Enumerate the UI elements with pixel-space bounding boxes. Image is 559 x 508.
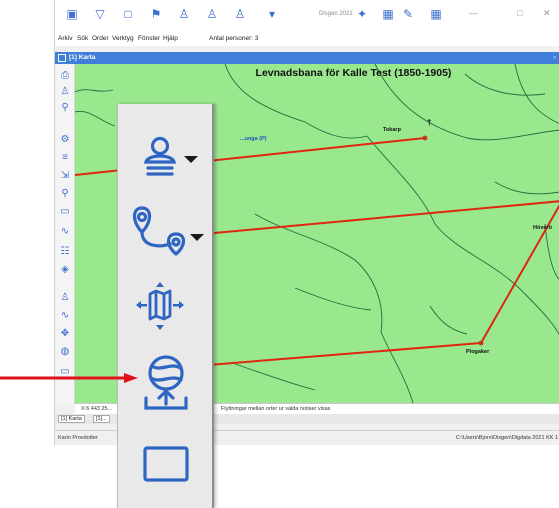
layers-icon[interactable]: ◈ [58,264,72,276]
ruler-icon[interactable]: ▭ [58,206,72,218]
place-label-tokarp: Tokarp [383,127,401,133]
zoom-icon[interactable]: ⚲ [58,188,72,200]
person-icon[interactable]: ♙ [58,86,72,98]
menu-verktyg[interactable]: Verktyg [112,35,134,42]
dropdown-icon[interactable]: ▾ [265,7,279,21]
route-dropdown-icon[interactable]: ∿ [58,310,72,322]
person-count: Antal personer: 3 [209,35,259,42]
tab-close-icon[interactable]: ▫ [553,53,556,62]
grid-icon[interactable]: ▦ [381,7,395,21]
death-cross-icon: † [427,118,432,127]
menu-order[interactable]: Order [92,35,109,42]
settings-icon[interactable]: ⚙ [58,134,72,146]
red-arrow-icon [0,373,138,383]
sign-icon[interactable]: ☷ [58,246,72,258]
tab-second[interactable]: [1]... [93,415,110,423]
home-icon[interactable]: ▣ [65,7,79,21]
menu-arkiv[interactable]: Arkiv [58,35,72,42]
map-move-icon[interactable]: ✥ [58,328,72,340]
place-label-blue: ...unga (P) [240,136,267,142]
app-title: Disgen 2021 [319,11,353,17]
menu-fonster[interactable]: Fönster [138,35,160,42]
map-title: Levnadsbana för Kalle Test (1850-1905) [255,67,452,79]
map-tab-icon [58,54,66,62]
route-segment-4 [170,342,482,369]
status-user: Karin Provdotter [58,435,98,441]
status-path: C:\Users\Bjorn\Disgen\Digdata 2021 KK 1 [455,435,558,441]
search-icon[interactable]: ⚲ [58,102,72,114]
pointer-icon[interactable]: ⇲ [58,170,72,182]
place-label-plogaker: Plogaker [466,349,490,355]
place-label-hoveron: Höverö [533,225,552,231]
rectangle-icon[interactable] [142,444,190,484]
star-icon[interactable]: ✦ [355,7,369,21]
title-bar: ▣ ▽ □ ⚑ ♙ ♙ ♙ ▾ Disgen 2021 ✦ ▦ ✎ ▦ — □ … [55,0,559,32]
route-icon[interactable]: ∿ [58,226,72,238]
zoomed-toolbar [117,104,214,508]
layout-icon[interactable]: ▦ [429,7,443,21]
document-tab-label: [1] Karta [69,54,96,61]
route-segment-3 [480,204,559,344]
flag-icon[interactable]: ⚑ [149,7,163,21]
filter-icon[interactable]: ▽ [93,7,107,21]
globe-upload-icon[interactable]: ◍ [58,346,72,358]
document-tab[interactable]: [1] Karta ▫ [55,52,559,64]
pencil-icon[interactable]: ✎ [401,7,415,21]
person-dropdown-icon[interactable]: ♙ [58,292,72,304]
map-move-icon[interactable] [132,282,188,330]
route-segment-2 [170,200,559,238]
window-icon[interactable]: □ [121,7,135,21]
marker-tokarp [422,135,428,141]
marker-plogaker [478,340,484,346]
tab-karta[interactable]: [1] Karta [58,415,85,423]
map-info-text: Flyttningar mellan orter ur valda notise… [221,406,331,412]
print-icon[interactable]: ⎙ [58,70,72,82]
person-add-icon[interactable]: ♙ [205,7,219,21]
person-dropdown-icon[interactable] [140,136,206,180]
maximize-button[interactable]: □ [517,8,522,18]
menu-sok[interactable]: Sök [77,35,88,42]
menu-hjalp[interactable]: Hjälp [163,35,178,42]
left-toolbar: ⎙ ♙ ⚲ ⚙ ≡ ⇲ ⚲ ▭ ∿ ☷ ◈ ♙ ∿ ✥ ◍ ▭ [55,64,75,404]
globe-upload-icon[interactable] [142,354,190,412]
person-icon[interactable]: ♙ [177,7,191,21]
route-dropdown-icon[interactable] [128,204,208,260]
coordinate-readout: X:6 443 25... [81,406,113,412]
list-icon[interactable]: ≡ [58,152,72,164]
close-button[interactable]: ✕ [543,8,551,19]
person-search-icon[interactable]: ♙ [233,7,247,21]
menu-bar: Arkiv Sök Order Verktyg Fönster Hjälp An… [55,32,559,46]
minimize-button[interactable]: — [469,8,478,18]
